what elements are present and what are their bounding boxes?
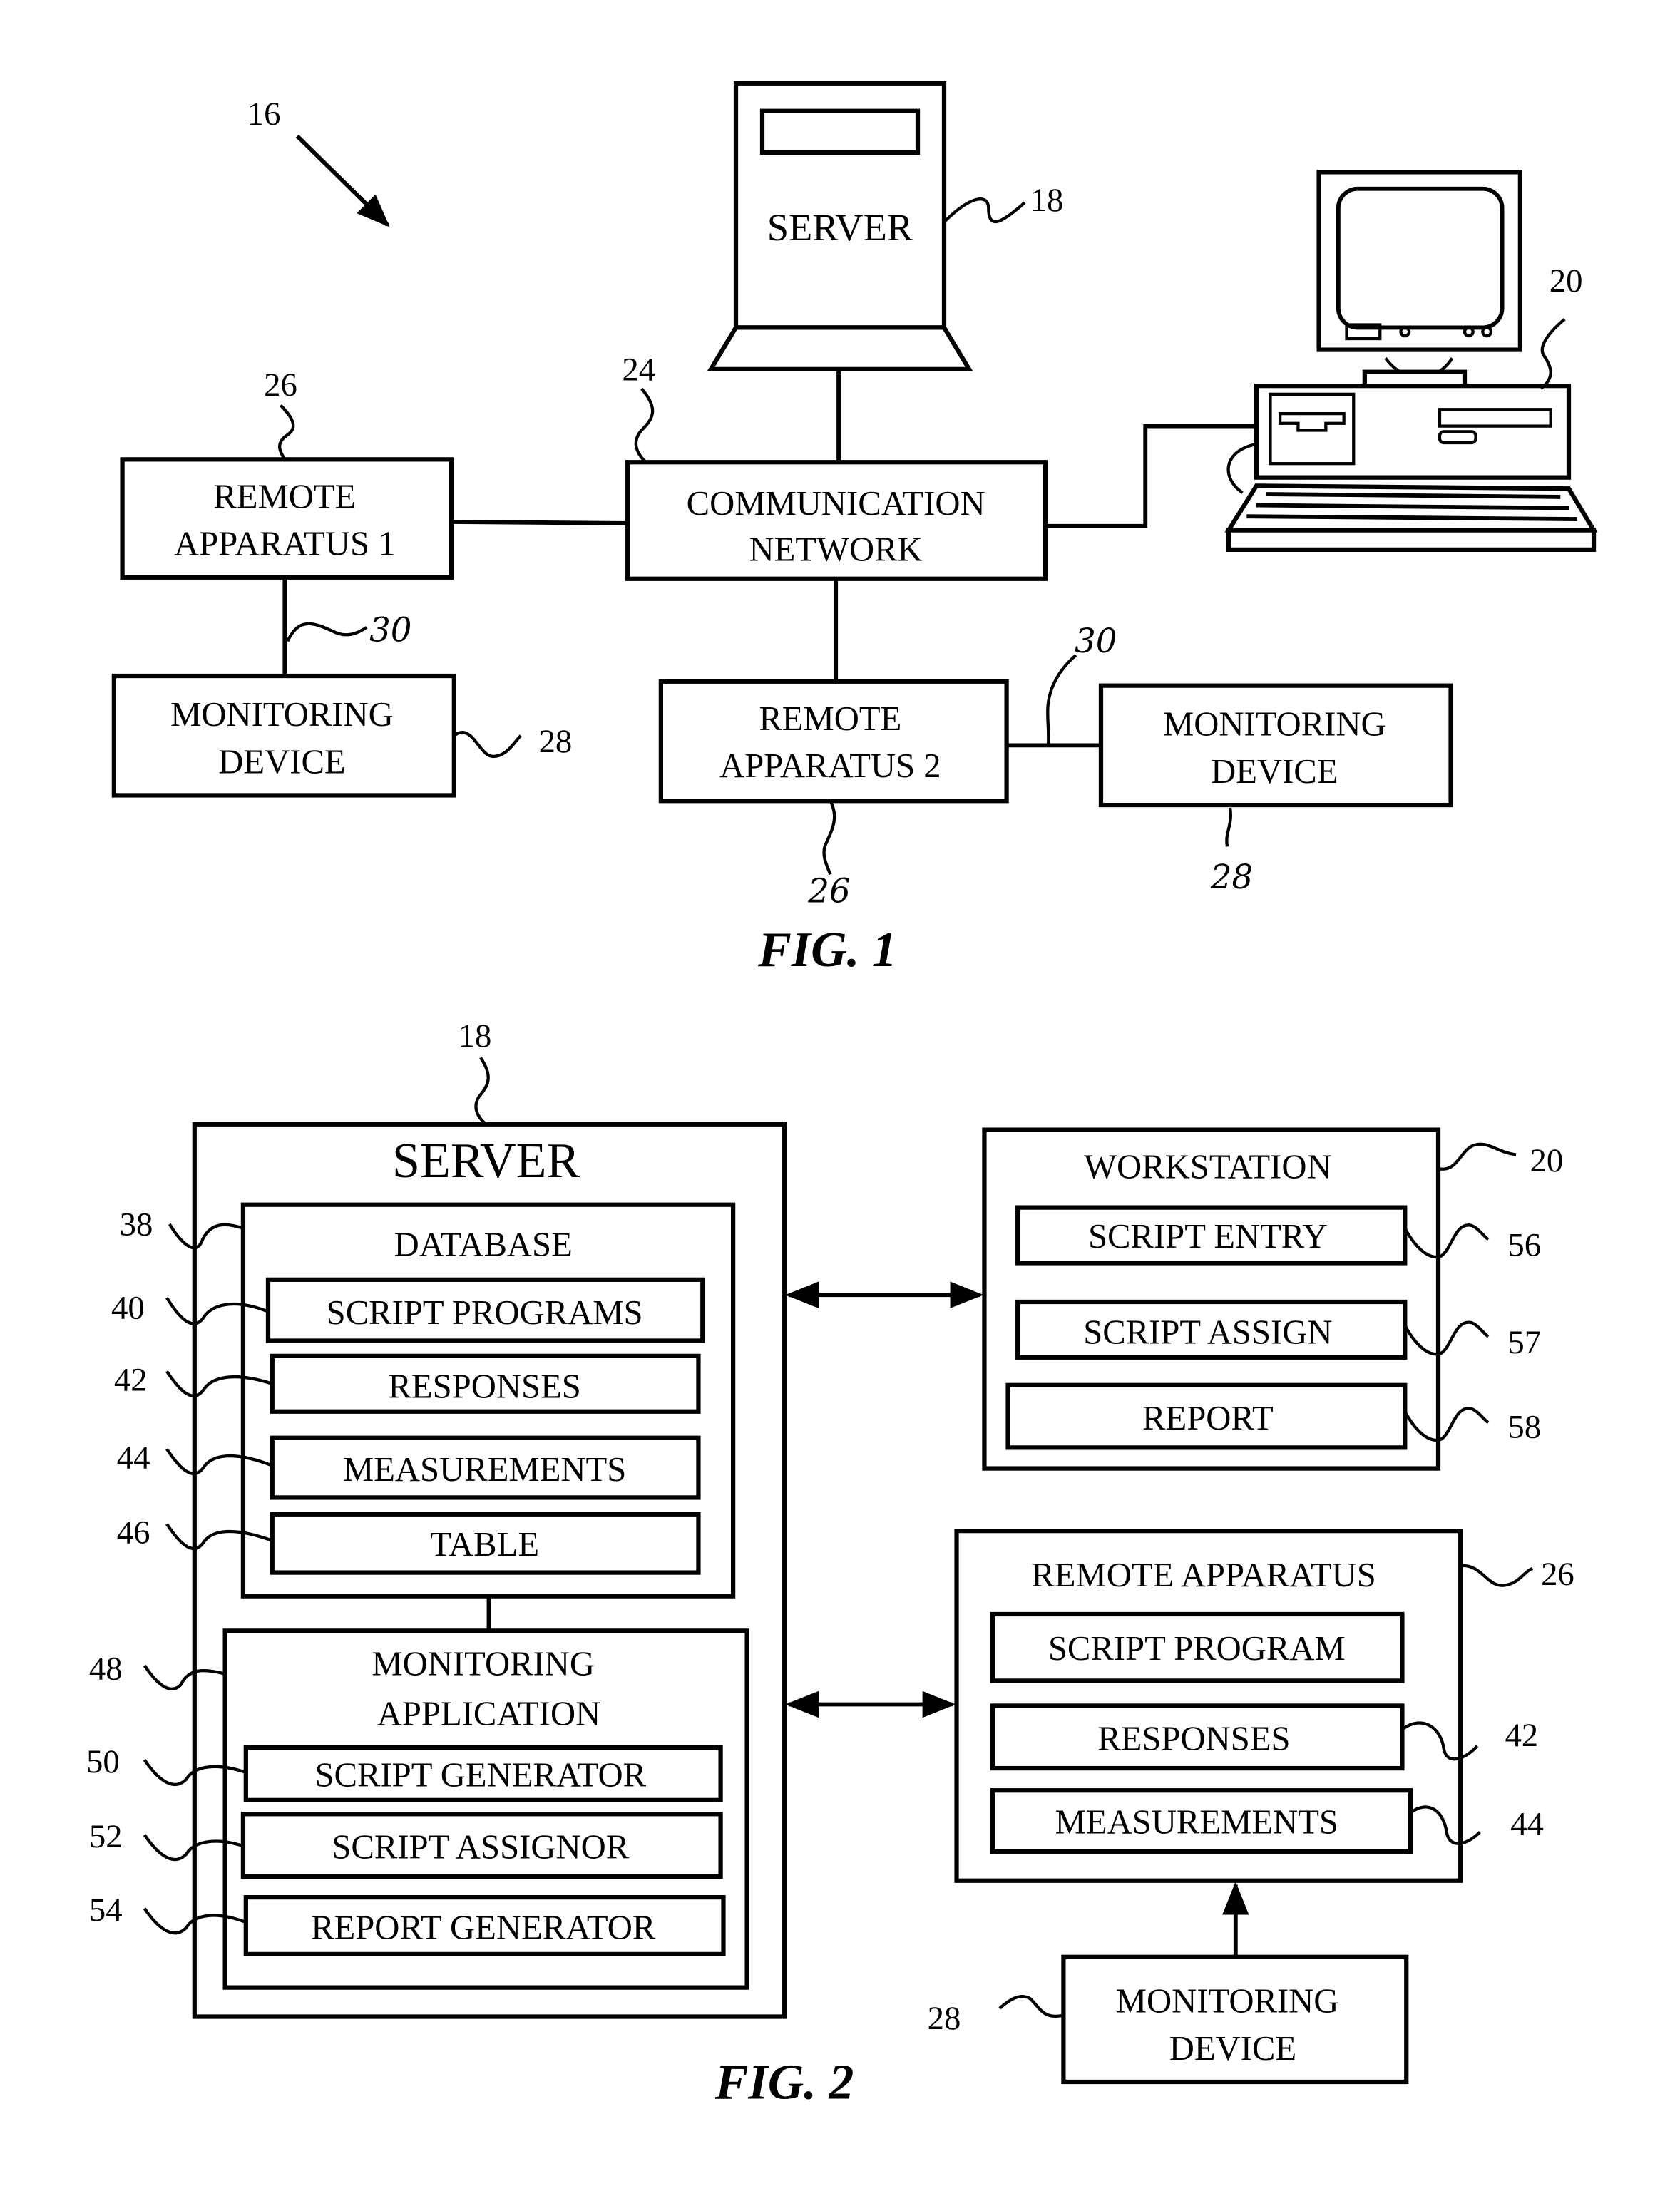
figure-2-caption: FIG. 2 bbox=[714, 2055, 854, 2110]
monitor-1-ref-label: 28 bbox=[539, 723, 573, 760]
remote-item-ref: 44 bbox=[1510, 1805, 1544, 1842]
monitoring-app-title-line1: MONITORING bbox=[372, 1645, 595, 1683]
monitoring-app-ref-label: 48 bbox=[89, 1650, 123, 1687]
workstation-title: WORKSTATION bbox=[1084, 1148, 1331, 1186]
monitor-1-ref-leader bbox=[453, 731, 522, 759]
server-block-ref-leader bbox=[474, 1057, 490, 1126]
database-item-ref: 46 bbox=[117, 1514, 150, 1551]
network-workstation-link bbox=[1045, 424, 1257, 528]
remote-1-ref-leader bbox=[278, 404, 295, 461]
figure-1-caption: FIG. 1 bbox=[757, 923, 897, 977]
workstation-computer-icon bbox=[1224, 170, 1598, 552]
figure-2: 18 SERVER DATABASE 38 SCRIPT PROGRAMS 40… bbox=[86, 1017, 1574, 2110]
monitor-2-label-line1: MONITORING bbox=[1163, 705, 1386, 744]
remote-2-label-line2: APPARATUS 2 bbox=[719, 746, 941, 785]
workstation-item-label: REPORT bbox=[1142, 1399, 1274, 1437]
system-ref-label: 16 bbox=[247, 96, 281, 133]
remote-apparatus-ref-label: 26 bbox=[1541, 1556, 1574, 1593]
monitoring-device-ref-label: 28 bbox=[928, 2000, 961, 2037]
remote-item-label: MEASUREMENTS bbox=[1055, 1803, 1338, 1842]
network-ref-leader bbox=[634, 387, 655, 463]
workstation-item-label: SCRIPT ASSIGN bbox=[1083, 1313, 1332, 1351]
remote-item-ref: 42 bbox=[1505, 1717, 1538, 1754]
server-block-ref-label: 18 bbox=[459, 1017, 492, 1054]
monitor-1-label-line2: DEVICE bbox=[218, 742, 345, 781]
remote-2-ref-leader bbox=[822, 800, 836, 876]
remote-apparatus-title: REMOTE APPARATUS bbox=[1031, 1556, 1376, 1594]
workstation-ref-label: 20 bbox=[1530, 1142, 1563, 1179]
database-item-label: TABLE bbox=[430, 1525, 539, 1564]
database-item-ref: 44 bbox=[117, 1440, 150, 1477]
link-2-ref-leader bbox=[1046, 654, 1077, 746]
workstation-item-ref: 56 bbox=[1507, 1227, 1541, 1264]
server-block-title: SERVER bbox=[392, 1134, 580, 1189]
app-item-report-generator: REPORT GENERATOR 54 bbox=[89, 1892, 726, 1957]
remote-item-label: RESPONSES bbox=[1097, 1720, 1290, 1758]
monitoring-device-label-line2: DEVICE bbox=[1169, 2029, 1296, 2068]
network-ref-label: 24 bbox=[622, 351, 655, 388]
workstation-item-ref: 57 bbox=[1507, 1324, 1541, 1361]
link-1-ref-label: 30 bbox=[369, 611, 411, 650]
app-item-label: REPORT GENERATOR bbox=[311, 1908, 656, 1946]
database-title: DATABASE bbox=[394, 1226, 573, 1264]
server-label: SERVER bbox=[767, 205, 913, 249]
workstation-ref-leader bbox=[1540, 318, 1566, 390]
workstation-ref-label: 20 bbox=[1550, 262, 1583, 299]
network-label-line2: NETWORK bbox=[749, 530, 923, 568]
monitor-2-label-line2: DEVICE bbox=[1211, 752, 1338, 791]
database-ref-label: 38 bbox=[120, 1206, 153, 1243]
workstation-item-ref: 58 bbox=[1507, 1409, 1541, 1446]
monitor-2-ref-label: 28 bbox=[1210, 858, 1253, 897]
database-item-label: RESPONSES bbox=[388, 1367, 580, 1405]
monitor-2-ref-leader bbox=[1225, 807, 1232, 847]
network-label-line1: COMMUNICATION bbox=[687, 484, 985, 523]
app-item-ref: 50 bbox=[86, 1743, 120, 1780]
remote-2-label-line1: REMOTE bbox=[759, 699, 901, 738]
server-ref-label: 18 bbox=[1030, 182, 1064, 219]
app-item-script-assignor: SCRIPT ASSIGNOR 52 bbox=[89, 1812, 723, 1879]
patent-drawing-sheet: 16 SERVER 18 COMMUNICATION NETWORK 24 RE… bbox=[86, 81, 1598, 2110]
app-item-label: SCRIPT GENERATOR bbox=[315, 1755, 647, 1794]
link-2-ref-label: 30 bbox=[1075, 622, 1117, 661]
remote-item-label: SCRIPT PROGRAM bbox=[1048, 1629, 1346, 1668]
database-item-ref: 40 bbox=[111, 1289, 145, 1326]
remote-1-network-link bbox=[451, 520, 628, 525]
server-tower-icon: SERVER bbox=[707, 81, 973, 371]
database-item-label: MEASUREMENTS bbox=[343, 1450, 626, 1489]
database-item-ref: 42 bbox=[114, 1362, 148, 1399]
monitoring-device-label-line1: MONITORING bbox=[1116, 1982, 1339, 2021]
remote-1-label-line1: REMOTE bbox=[213, 477, 356, 515]
monitor-1-label-line1: MONITORING bbox=[170, 695, 394, 734]
figure-1: 16 SERVER 18 COMMUNICATION NETWORK 24 RE… bbox=[111, 81, 1598, 977]
remote-2-ref-label: 26 bbox=[807, 872, 850, 910]
workstation-item-report: REPORT 58 bbox=[1005, 1382, 1541, 1450]
workstation-item-script-assign: SCRIPT ASSIGN 57 bbox=[1015, 1299, 1541, 1361]
database-item-label: SCRIPT PROGRAMS bbox=[327, 1293, 643, 1332]
remote-apparatus-ref-leader bbox=[1463, 1564, 1534, 1587]
remote-item-script-program: SCRIPT PROGRAM bbox=[990, 1611, 1405, 1683]
app-item-script-generator: SCRIPT GENERATOR 50 bbox=[86, 1743, 723, 1802]
remote-1-label-line2: APPARATUS 1 bbox=[174, 525, 396, 563]
link-1-ref-leader bbox=[286, 622, 368, 642]
monitoring-app-title-line2: APPLICATION bbox=[377, 1695, 601, 1733]
workstation-ref-leader bbox=[1438, 1142, 1517, 1171]
remote-1-ref-label: 26 bbox=[264, 366, 297, 404]
server-ref-leader bbox=[943, 197, 1026, 223]
workstation-item-label: SCRIPT ENTRY bbox=[1088, 1217, 1328, 1256]
app-item-ref: 52 bbox=[89, 1818, 123, 1855]
app-item-ref: 54 bbox=[89, 1892, 123, 1929]
system-ref-arrow bbox=[295, 134, 390, 227]
app-item-label: SCRIPT ASSIGNOR bbox=[332, 1828, 629, 1867]
workstation-item-script-entry: SCRIPT ENTRY 56 bbox=[1015, 1205, 1541, 1266]
monitoring-device-ref-leader bbox=[998, 1994, 1064, 2018]
